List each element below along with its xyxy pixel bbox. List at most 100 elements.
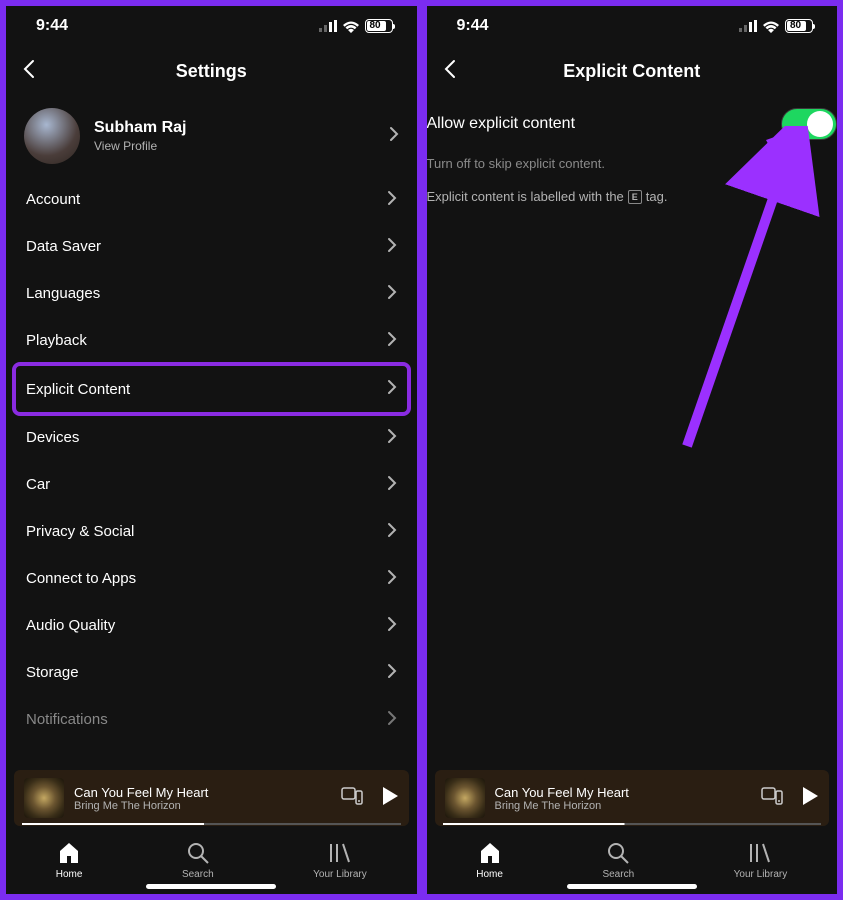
chevron-right-icon (387, 616, 397, 636)
chevron-right-icon (387, 569, 397, 589)
tab-library[interactable]: Your Library (313, 841, 367, 880)
battery-icon: 80 (785, 19, 813, 33)
allow-explicit-toggle[interactable] (781, 108, 837, 140)
settings-item-account[interactable]: Account (22, 176, 401, 223)
battery-level: 80 (790, 20, 801, 31)
back-button[interactable] (22, 59, 36, 84)
now-playing-artist: Bring Me The Horizon (74, 800, 341, 812)
now-playing-title: Can You Feel My Heart (74, 785, 341, 800)
chevron-right-icon (387, 428, 397, 448)
chevron-right-icon (387, 475, 397, 495)
back-button[interactable] (443, 59, 457, 84)
chevron-right-icon (387, 331, 397, 351)
settings-item-storage[interactable]: Storage (22, 649, 401, 696)
settings-item-label: Connect to Apps (26, 570, 136, 587)
battery-icon: 80 (365, 19, 393, 33)
chevron-right-icon (389, 126, 399, 147)
now-playing-title: Can You Feel My Heart (495, 785, 762, 800)
nav-header: Settings (6, 46, 417, 96)
avatar (24, 108, 80, 164)
settings-item-label: Notifications (26, 711, 108, 728)
tab-label: Home (476, 869, 503, 880)
album-art (445, 778, 485, 818)
album-art (24, 778, 64, 818)
profile-name: Subham Raj (94, 119, 389, 137)
play-button[interactable] (381, 786, 399, 811)
profile-row[interactable]: Subham Raj View Profile (22, 96, 401, 176)
search-icon (186, 841, 210, 865)
chevron-right-icon (387, 379, 397, 399)
status-bar: 9:44 80 (6, 6, 417, 46)
status-time: 9:44 (457, 17, 489, 35)
devices-icon[interactable] (761, 787, 783, 810)
tab-label: Your Library (313, 869, 367, 880)
signal-icon (319, 20, 337, 32)
settings-item-label: Account (26, 191, 80, 208)
toggle-label: Allow explicit content (427, 115, 576, 133)
now-playing-bar[interactable]: Can You Feel My Heart Bring Me The Horiz… (435, 770, 830, 826)
chevron-right-icon (387, 522, 397, 542)
home-icon (478, 841, 502, 865)
chevron-left-icon (443, 59, 457, 79)
page-title: Explicit Content (427, 61, 838, 82)
chevron-right-icon (387, 710, 397, 730)
page-title: Settings (6, 61, 417, 82)
settings-item-label: Privacy & Social (26, 523, 134, 540)
now-playing-bar[interactable]: Can You Feel My Heart Bring Me The Horiz… (14, 770, 409, 826)
settings-item-explicit-content[interactable]: Explicit Content (12, 362, 411, 416)
settings-item-languages[interactable]: Languages (22, 270, 401, 317)
library-icon (328, 841, 352, 865)
chevron-right-icon (387, 663, 397, 683)
tab-home[interactable]: Home (56, 841, 83, 880)
settings-item-data-saver[interactable]: Data Saver (22, 223, 401, 270)
phone-settings: 9:44 80 Settings Subham Raj View Profile (3, 3, 420, 897)
library-icon (748, 841, 772, 865)
settings-item-connect-apps[interactable]: Connect to Apps (22, 555, 401, 602)
search-icon (606, 841, 630, 865)
settings-item-label: Data Saver (26, 238, 101, 255)
status-indicators: 80 (739, 19, 813, 33)
chevron-right-icon (387, 284, 397, 304)
tab-label: Search (602, 869, 634, 880)
settings-item-audio-quality[interactable]: Audio Quality (22, 602, 401, 649)
settings-item-playback[interactable]: Playback (22, 317, 401, 364)
chevron-right-icon (387, 190, 397, 210)
settings-item-label: Car (26, 476, 50, 493)
settings-item-label: Audio Quality (26, 617, 115, 634)
home-indicator[interactable] (567, 884, 697, 889)
settings-item-devices[interactable]: Devices (22, 414, 401, 461)
explicit-tag-icon: E (628, 190, 642, 204)
chevron-right-icon (387, 237, 397, 257)
status-time: 9:44 (36, 17, 68, 35)
settings-item-notifications[interactable]: Notifications (22, 696, 401, 743)
sub2-pre: Explicit content is labelled with the (427, 189, 624, 204)
explicit-content: Allow explicit content Turn off to skip … (427, 96, 838, 770)
play-button[interactable] (801, 786, 819, 811)
home-indicator[interactable] (146, 884, 276, 889)
status-indicators: 80 (319, 19, 393, 33)
profile-sub: View Profile (94, 139, 389, 153)
devices-icon[interactable] (341, 787, 363, 810)
settings-item-label: Playback (26, 332, 87, 349)
settings-item-car[interactable]: Car (22, 461, 401, 508)
settings-item-label: Storage (26, 664, 79, 681)
wifi-icon (762, 20, 780, 33)
tab-search[interactable]: Search (182, 841, 214, 880)
tab-label: Your Library (734, 869, 788, 880)
sub2-post: tag. (646, 189, 668, 204)
chevron-left-icon (22, 59, 36, 79)
settings-item-label: Explicit Content (26, 381, 130, 398)
toggle-knob (807, 111, 833, 137)
tab-library[interactable]: Your Library (734, 841, 788, 880)
home-icon (57, 841, 81, 865)
tab-label: Home (56, 869, 83, 880)
toggle-subtext-2: Explicit content is labelled with the E … (427, 189, 838, 204)
tab-home[interactable]: Home (476, 841, 503, 880)
nav-header: Explicit Content (427, 46, 838, 96)
tab-search[interactable]: Search (602, 841, 634, 880)
settings-item-label: Devices (26, 429, 79, 446)
now-playing-artist: Bring Me The Horizon (495, 800, 762, 812)
phone-explicit-content: 9:44 80 Explicit Content Allow explicit … (424, 3, 841, 897)
settings-item-privacy-social[interactable]: Privacy & Social (22, 508, 401, 555)
tab-label: Search (182, 869, 214, 880)
